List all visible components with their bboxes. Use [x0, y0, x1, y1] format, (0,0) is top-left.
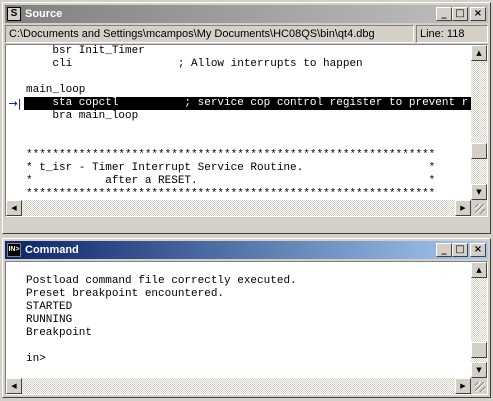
source-file-path: C:\Documents and Settings\mcampos\My Doc… [5, 25, 414, 43]
command-scroll-right-button[interactable]: ▶ [455, 378, 471, 394]
command-window-title: Command [25, 244, 79, 256]
source-code-line[interactable]: ****************************************… [6, 149, 471, 162]
command-window: IN> Command _ □ × Postload command file … [2, 238, 491, 398]
command-title-bar[interactable]: IN> Command _ □ × [5, 241, 488, 259]
source-code-lines[interactable]: bsr Init_Timer cli ; Allow interrupts to… [6, 45, 471, 200]
command-horizontal-scrollbar[interactable]: ◀ ▶ [6, 378, 471, 394]
command-scroll-down-button[interactable]: ▼ [471, 362, 487, 378]
source-scroll-right-button[interactable]: ▶ [455, 200, 471, 216]
source-app-icon[interactable]: S [7, 7, 21, 21]
source-maximize-button[interactable]: □ [452, 7, 468, 21]
command-prompt[interactable]: in> [6, 353, 471, 366]
command-output-line: STARTED [26, 301, 73, 313]
source-code-line[interactable] [6, 123, 471, 136]
source-code-line[interactable]: ****************************************… [6, 188, 471, 200]
source-title-bar[interactable]: S Source _ □ × [5, 5, 488, 23]
command-minimize-button[interactable]: _ [436, 243, 452, 257]
command-output-line: Preset breakpoint encountered. [26, 288, 225, 300]
source-scroll-up-button[interactable]: ▲ [471, 45, 487, 61]
command-output-line [6, 340, 471, 353]
source-code-line[interactable]: cli ; Allow interrupts to happen [6, 58, 471, 71]
command-vertical-scrollbar[interactable]: ▲ ▼ [471, 262, 487, 378]
source-code-line[interactable]: bra main_loop [6, 110, 471, 123]
command-maximize-button[interactable]: □ [452, 243, 468, 257]
source-code-line[interactable] [6, 136, 471, 149]
command-app-icon[interactable]: IN> [7, 243, 21, 257]
source-status-bar: C:\Documents and Settings\mcampos\My Doc… [5, 25, 488, 43]
command-output-line: Breakpoint [26, 327, 93, 339]
command-output-view[interactable]: Postload command file correctly executed… [5, 261, 488, 395]
command-output-line [6, 262, 471, 275]
source-code-line[interactable]: * after a RESET. * [6, 175, 471, 188]
source-horizontal-scrollbar[interactable]: ◀ ▶ [6, 200, 471, 216]
source-window: S Source _ □ × C:\Documents and Settings… [2, 2, 491, 234]
source-window-title: Source [25, 8, 63, 20]
command-close-button[interactable]: × [470, 243, 486, 257]
command-output-line: Postload command file correctly executed… [26, 275, 297, 287]
command-output-lines[interactable]: Postload command file correctly executed… [6, 262, 471, 378]
source-scroll-left-button[interactable]: ◀ [6, 200, 22, 216]
source-scroll-thumb[interactable] [471, 143, 487, 159]
source-close-button[interactable]: × [470, 7, 486, 21]
source-resize-grip[interactable] [471, 200, 487, 216]
command-scroll-left-button[interactable]: ◀ [6, 378, 22, 394]
command-scroll-up-button[interactable]: ▲ [471, 262, 487, 278]
source-code-line[interactable] [6, 71, 471, 84]
breakpoint-marker-icon[interactable]: →| [6, 97, 24, 110]
source-code-line[interactable]: sta copctl ; service cop control registe… [6, 97, 471, 110]
command-scroll-thumb[interactable] [471, 342, 487, 358]
source-code-line[interactable]: main_loop [6, 84, 471, 97]
source-code-line[interactable]: * t_isr - Timer Interrupt Service Routin… [6, 162, 471, 175]
command-output-line: RUNNING [26, 314, 73, 326]
command-resize-grip[interactable] [471, 378, 487, 394]
source-line-indicator: Line: 118 [416, 25, 488, 43]
source-vertical-scrollbar[interactable]: ▲ ▼ [471, 45, 487, 200]
source-code-view[interactable]: bsr Init_Timer cli ; Allow interrupts to… [5, 44, 488, 217]
source-scroll-down-button[interactable]: ▼ [471, 184, 487, 200]
source-minimize-button[interactable]: _ [436, 7, 452, 21]
source-code-line[interactable]: bsr Init_Timer [6, 45, 471, 58]
